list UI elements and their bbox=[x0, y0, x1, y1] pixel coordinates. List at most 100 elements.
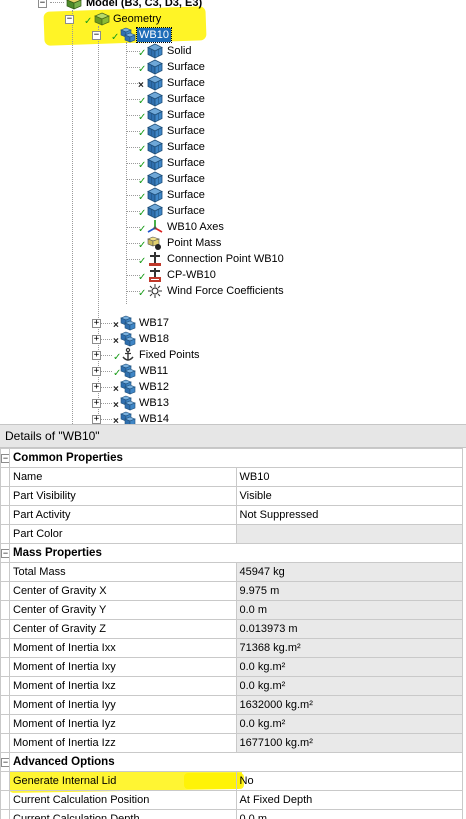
tree-node-child[interactable]: ✓Surface bbox=[0, 203, 466, 219]
tree-node-child[interactable]: ✓Point Mass bbox=[0, 235, 466, 251]
body-group-icon bbox=[120, 395, 136, 411]
property-row[interactable]: Moment of Inertia Iyy1632000 kg.m² bbox=[1, 696, 463, 715]
anchor-icon bbox=[120, 347, 136, 363]
collapse-section-icon[interactable]: − bbox=[1, 753, 10, 772]
tree-node-sibling[interactable]: +×WB17 bbox=[0, 315, 466, 331]
property-row[interactable]: Moment of Inertia Ixy0.0 kg.m² bbox=[1, 658, 463, 677]
tree-node-child[interactable]: ✓Surface bbox=[0, 91, 466, 107]
property-row[interactable]: Moment of Inertia Ixz0.0 kg.m² bbox=[1, 677, 463, 696]
section-title: Common Properties bbox=[10, 449, 463, 468]
collapse-section-icon[interactable]: − bbox=[1, 449, 10, 468]
property-value[interactable]: WB10 bbox=[236, 468, 463, 487]
status-check-icon: ✓ bbox=[138, 97, 146, 107]
property-row[interactable]: Center of Gravity X9.975 m bbox=[1, 582, 463, 601]
tree-node-sibling[interactable]: +✓WB11 bbox=[0, 363, 466, 379]
surface-body-icon bbox=[147, 187, 163, 203]
tree-node-model[interactable]: −Model (B3, C3, D3, E3) bbox=[0, 0, 466, 11]
property-value[interactable]: No bbox=[236, 772, 463, 791]
tree-node-sibling[interactable]: +×WB14 bbox=[0, 411, 466, 424]
property-value[interactable]: At Fixed Depth bbox=[236, 791, 463, 810]
collapse-section-icon[interactable]: − bbox=[1, 544, 10, 563]
tree-node-child[interactable]: ✓Surface bbox=[0, 59, 466, 75]
property-name: Current Calculation Position bbox=[10, 791, 237, 810]
property-row[interactable]: Center of Gravity Y0.0 m bbox=[1, 601, 463, 620]
property-value[interactable]: Not Suppressed bbox=[236, 506, 463, 525]
status-check-icon: ✓ bbox=[138, 145, 146, 155]
property-row[interactable]: Part VisibilityVisible bbox=[1, 487, 463, 506]
property-name: Center of Gravity Z bbox=[10, 620, 237, 639]
surface-body-icon bbox=[147, 107, 163, 123]
tree-node-geometry[interactable]: −✓Geometry bbox=[0, 11, 466, 27]
expand-icon[interactable]: + bbox=[92, 415, 101, 424]
outline-tree[interactable]: −Model (B3, C3, D3, E3)−✓Geometry−✓WB10✓… bbox=[0, 0, 466, 424]
tree-node-child[interactable]: ×Surface bbox=[0, 75, 466, 91]
row-gutter bbox=[1, 677, 10, 696]
property-row[interactable]: Moment of Inertia Iyz0.0 kg.m² bbox=[1, 715, 463, 734]
body-group-icon bbox=[120, 331, 136, 347]
tree-node-child[interactable]: ✓Solid bbox=[0, 43, 466, 59]
status-check-icon: ✓ bbox=[138, 49, 146, 59]
property-name: Part Color bbox=[10, 525, 237, 544]
model-icon bbox=[66, 0, 82, 11]
expand-icon[interactable]: + bbox=[92, 367, 101, 376]
property-row[interactable]: Generate Internal LidNo bbox=[1, 772, 463, 791]
tree-node-sibling[interactable]: +✓Fixed Points bbox=[0, 347, 466, 363]
tree-node-sibling[interactable]: +×WB12 bbox=[0, 379, 466, 395]
property-row[interactable]: Center of Gravity Z0.013973 m bbox=[1, 620, 463, 639]
collapse-icon[interactable]: − bbox=[65, 15, 74, 24]
tree-node-label: WB13 bbox=[137, 396, 171, 410]
expand-icon[interactable]: + bbox=[92, 351, 101, 360]
tree-node-child[interactable]: ✓Surface bbox=[0, 155, 466, 171]
tree-node-wb10[interactable]: −✓WB10 bbox=[0, 27, 466, 43]
property-value[interactable]: Visible bbox=[236, 487, 463, 506]
tree-node-child[interactable]: ✓Surface bbox=[0, 139, 466, 155]
tree-node-child[interactable]: ✓WB10 Axes bbox=[0, 219, 466, 235]
surface-body-icon bbox=[147, 171, 163, 187]
tree-node-label: Surface bbox=[165, 76, 207, 90]
section-header[interactable]: −Common Properties bbox=[1, 449, 463, 468]
tree-node-label: WB10 Axes bbox=[165, 220, 226, 234]
status-x-icon: × bbox=[113, 417, 119, 424]
tree-node-child[interactable]: ✓Surface bbox=[0, 107, 466, 123]
tree-node-sibling[interactable]: + × WB13 bbox=[0, 395, 466, 411]
property-name: Name bbox=[10, 468, 237, 487]
tree-node-child[interactable]: ✓Surface bbox=[0, 171, 466, 187]
expand-icon[interactable]: + bbox=[92, 399, 101, 408]
property-value: 9.975 m bbox=[236, 582, 463, 601]
tree-node-child[interactable]: ✓Surface bbox=[0, 123, 466, 139]
expand-icon[interactable]: + bbox=[92, 319, 101, 328]
status-check-icon: ✓ bbox=[138, 241, 146, 251]
tree-node-child[interactable]: ✓CP-WB10 bbox=[0, 267, 466, 283]
tree-node-label: Connection Point WB10 bbox=[165, 252, 286, 266]
row-gutter bbox=[1, 563, 10, 582]
row-gutter bbox=[1, 582, 10, 601]
status-check-icon: ✓ bbox=[138, 209, 146, 219]
connection-point-icon bbox=[147, 251, 163, 267]
collapse-icon[interactable]: − bbox=[92, 31, 101, 40]
tree-node-label: Surface bbox=[165, 188, 207, 202]
tree-node-child[interactable]: ✓Wind Force Coefficients bbox=[0, 283, 466, 299]
section-header[interactable]: −Mass Properties bbox=[1, 544, 463, 563]
property-row[interactable]: Part ActivityNot Suppressed bbox=[1, 506, 463, 525]
tree-node-sibling[interactable]: +×WB18 bbox=[0, 331, 466, 347]
property-row[interactable]: Total Mass45947 kg bbox=[1, 563, 463, 582]
property-row[interactable]: Moment of Inertia Izz1677100 kg.m² bbox=[1, 734, 463, 753]
property-value: 1632000 kg.m² bbox=[236, 696, 463, 715]
property-row[interactable]: Current Calculation PositionAt Fixed Dep… bbox=[1, 791, 463, 810]
collapse-icon[interactable]: − bbox=[38, 0, 47, 8]
property-row[interactable]: Moment of Inertia Ixx71368 kg.m² bbox=[1, 639, 463, 658]
expand-icon[interactable]: + bbox=[92, 383, 101, 392]
property-row[interactable]: Part Color bbox=[1, 525, 463, 544]
status-x-icon: × bbox=[113, 401, 119, 411]
axes-icon bbox=[147, 219, 163, 235]
status-x-icon: × bbox=[113, 321, 119, 331]
tree-node-child[interactable]: ✓Connection Point WB10 bbox=[0, 251, 466, 267]
tree-node-child[interactable]: ✓Surface bbox=[0, 187, 466, 203]
expand-icon[interactable]: + bbox=[92, 335, 101, 344]
property-row[interactable]: NameWB10 bbox=[1, 468, 463, 487]
section-title: Mass Properties bbox=[10, 544, 463, 563]
section-header[interactable]: −Advanced Options bbox=[1, 753, 463, 772]
tree-node-label: Surface bbox=[165, 156, 207, 170]
row-gutter bbox=[1, 506, 10, 525]
surface-body-icon bbox=[147, 139, 163, 155]
